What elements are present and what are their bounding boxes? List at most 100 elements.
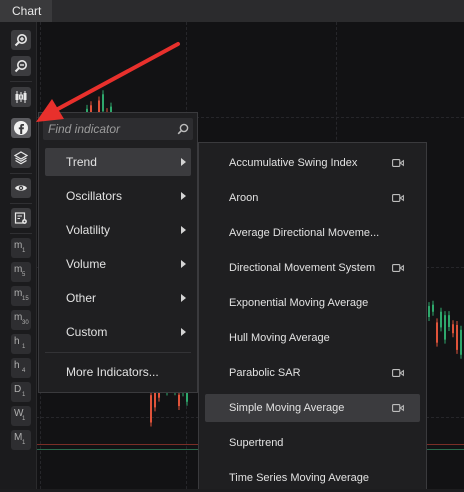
zoom-in-icon — [14, 34, 27, 47]
tab-chart[interactable]: Chart — [0, 0, 52, 22]
menu-item-other[interactable]: Other — [45, 284, 191, 312]
candle-body — [150, 395, 152, 423]
more-indicators-item[interactable]: More Indicators... — [45, 358, 191, 386]
candle-body — [102, 94, 104, 112]
chevron-right-icon — [181, 158, 186, 166]
timeframe-sub: 1 — [22, 344, 26, 350]
timeframe-sub: 4 — [22, 368, 26, 374]
menu-item-custom[interactable]: Custom — [45, 318, 191, 346]
menu-item-label: Trend — [66, 155, 97, 169]
submenu-item-label: Parabolic SAR — [229, 367, 301, 379]
eye-icon — [15, 185, 27, 191]
submenu-item[interactable]: Supertrend — [205, 429, 420, 457]
menu-item-trend[interactable]: Trend — [45, 148, 191, 176]
toolbar-divider — [10, 81, 32, 82]
submenu-item-label: Directional Movement System — [229, 262, 376, 274]
toolbar-divider — [10, 203, 32, 204]
trend-submenu: Accumulative Swing Index Aroon Average D… — [198, 142, 427, 489]
submenu-item[interactable]: Directional Movement System — [205, 254, 420, 282]
timeframe-label: D — [14, 384, 22, 395]
submenu-item-label: Aroon — [229, 192, 259, 204]
chart-settings-button[interactable] — [11, 208, 31, 228]
zoom-out-button[interactable] — [11, 56, 31, 76]
settings-icon — [14, 212, 27, 224]
search-icon[interactable] — [177, 123, 189, 135]
timeframe-m1[interactable]: m1 — [11, 238, 31, 258]
submenu-item-label: Exponential Moving Average — [229, 297, 369, 309]
indicators-icon — [14, 121, 28, 135]
menu-item-label: Oscillators — [66, 189, 123, 203]
submenu-item[interactable]: Average Directional Moveme... — [205, 219, 420, 247]
submenu-item[interactable]: Aroon — [205, 184, 420, 212]
zoom-out-icon — [14, 60, 27, 73]
candle-body — [456, 324, 458, 350]
chevron-right-icon — [181, 328, 186, 336]
toolbar-divider — [10, 173, 32, 174]
menu-item-volatility[interactable]: Volatility — [45, 216, 191, 244]
candle-body — [436, 322, 438, 343]
camera-icon — [392, 194, 404, 202]
timeframe-sub: 30 — [22, 320, 29, 326]
submenu-item-label: Hull Moving Average — [229, 332, 330, 344]
submenu-item-label: Simple Moving Average — [229, 402, 345, 414]
timeframe-m30[interactable]: m 30 — [11, 310, 31, 330]
timeframe-label: h — [14, 336, 20, 347]
submenu-item[interactable]: Hull Moving Average — [205, 324, 420, 352]
menu-item-label: Volume — [66, 257, 107, 271]
timeframe-m15[interactable]: m 15 — [11, 286, 31, 306]
search-input[interactable] — [43, 118, 193, 140]
timeframe-label: h — [14, 360, 20, 371]
submenu-item-label: Supertrend — [229, 437, 284, 449]
zoom-in-button[interactable] — [11, 30, 31, 50]
timeframe-h1[interactable]: h1 — [11, 334, 31, 354]
visibility-button[interactable] — [11, 178, 31, 198]
submenu-item[interactable]: Simple Moving Average — [205, 394, 420, 422]
camera-icon — [392, 404, 404, 412]
chevron-right-icon — [181, 192, 186, 200]
submenu-item-label: Average Directional Moveme... — [229, 227, 380, 239]
layers-button[interactable] — [11, 148, 31, 168]
candle-body — [452, 324, 454, 334]
timeframe-sub: 1 — [22, 416, 26, 422]
candle-body — [178, 394, 180, 407]
submenu-item-label: Accumulative Swing Index — [229, 157, 358, 169]
timeframe-sub: 5 — [22, 272, 26, 278]
submenu-item[interactable]: Parabolic SAR — [205, 359, 420, 387]
timeframe-h4[interactable]: h4 — [11, 358, 31, 378]
submenu-item-label: Time Series Moving Average — [229, 472, 370, 484]
candle-body — [448, 315, 450, 327]
menu-item-label: Volatility — [66, 223, 111, 237]
indicators-button[interactable] — [11, 118, 31, 138]
chevron-right-icon — [181, 260, 186, 268]
submenu-item[interactable]: Accumulative Swing Index — [205, 149, 420, 177]
left-toolbar: m1 m5 m 15 m 30 h1 h4 D1 W1 M1 — [0, 22, 37, 489]
candle-body — [440, 311, 442, 328]
chevron-right-icon — [181, 226, 186, 234]
submenu-item[interactable]: Time Series Moving Average — [205, 464, 420, 492]
timeframe-w1[interactable]: W1 — [11, 406, 31, 426]
timeframe-sub: 15 — [22, 296, 29, 302]
timeframe-sub: 1 — [22, 440, 26, 446]
camera-icon — [392, 264, 404, 272]
layers-icon — [14, 151, 28, 165]
candle-body — [444, 315, 446, 340]
timeframe-d1[interactable]: D1 — [11, 382, 31, 402]
timeframe-m5[interactable]: m5 — [11, 262, 31, 282]
menu-item-label: Other — [66, 291, 97, 305]
candlestick-icon — [15, 91, 27, 103]
submenu-item[interactable]: Exponential Moving Average — [205, 289, 420, 317]
camera-icon — [392, 159, 404, 167]
timeframe-sub: 1 — [22, 248, 26, 254]
camera-icon — [392, 369, 404, 377]
timeframe-sub: 1 — [22, 392, 26, 398]
candle-body — [432, 304, 434, 312]
candle-body — [460, 329, 462, 355]
menu-item-oscillators[interactable]: Oscillators — [45, 182, 191, 210]
menu-item-volume[interactable]: Volume — [45, 250, 191, 278]
toolbar-divider — [10, 233, 32, 234]
chart-type-button[interactable] — [11, 87, 31, 107]
indicator-menu: Trend Oscillators Volatility Volume Othe… — [38, 112, 198, 393]
chevron-right-icon — [181, 294, 186, 302]
candle-body — [428, 306, 430, 318]
timeframe-mn1[interactable]: M1 — [11, 430, 31, 450]
